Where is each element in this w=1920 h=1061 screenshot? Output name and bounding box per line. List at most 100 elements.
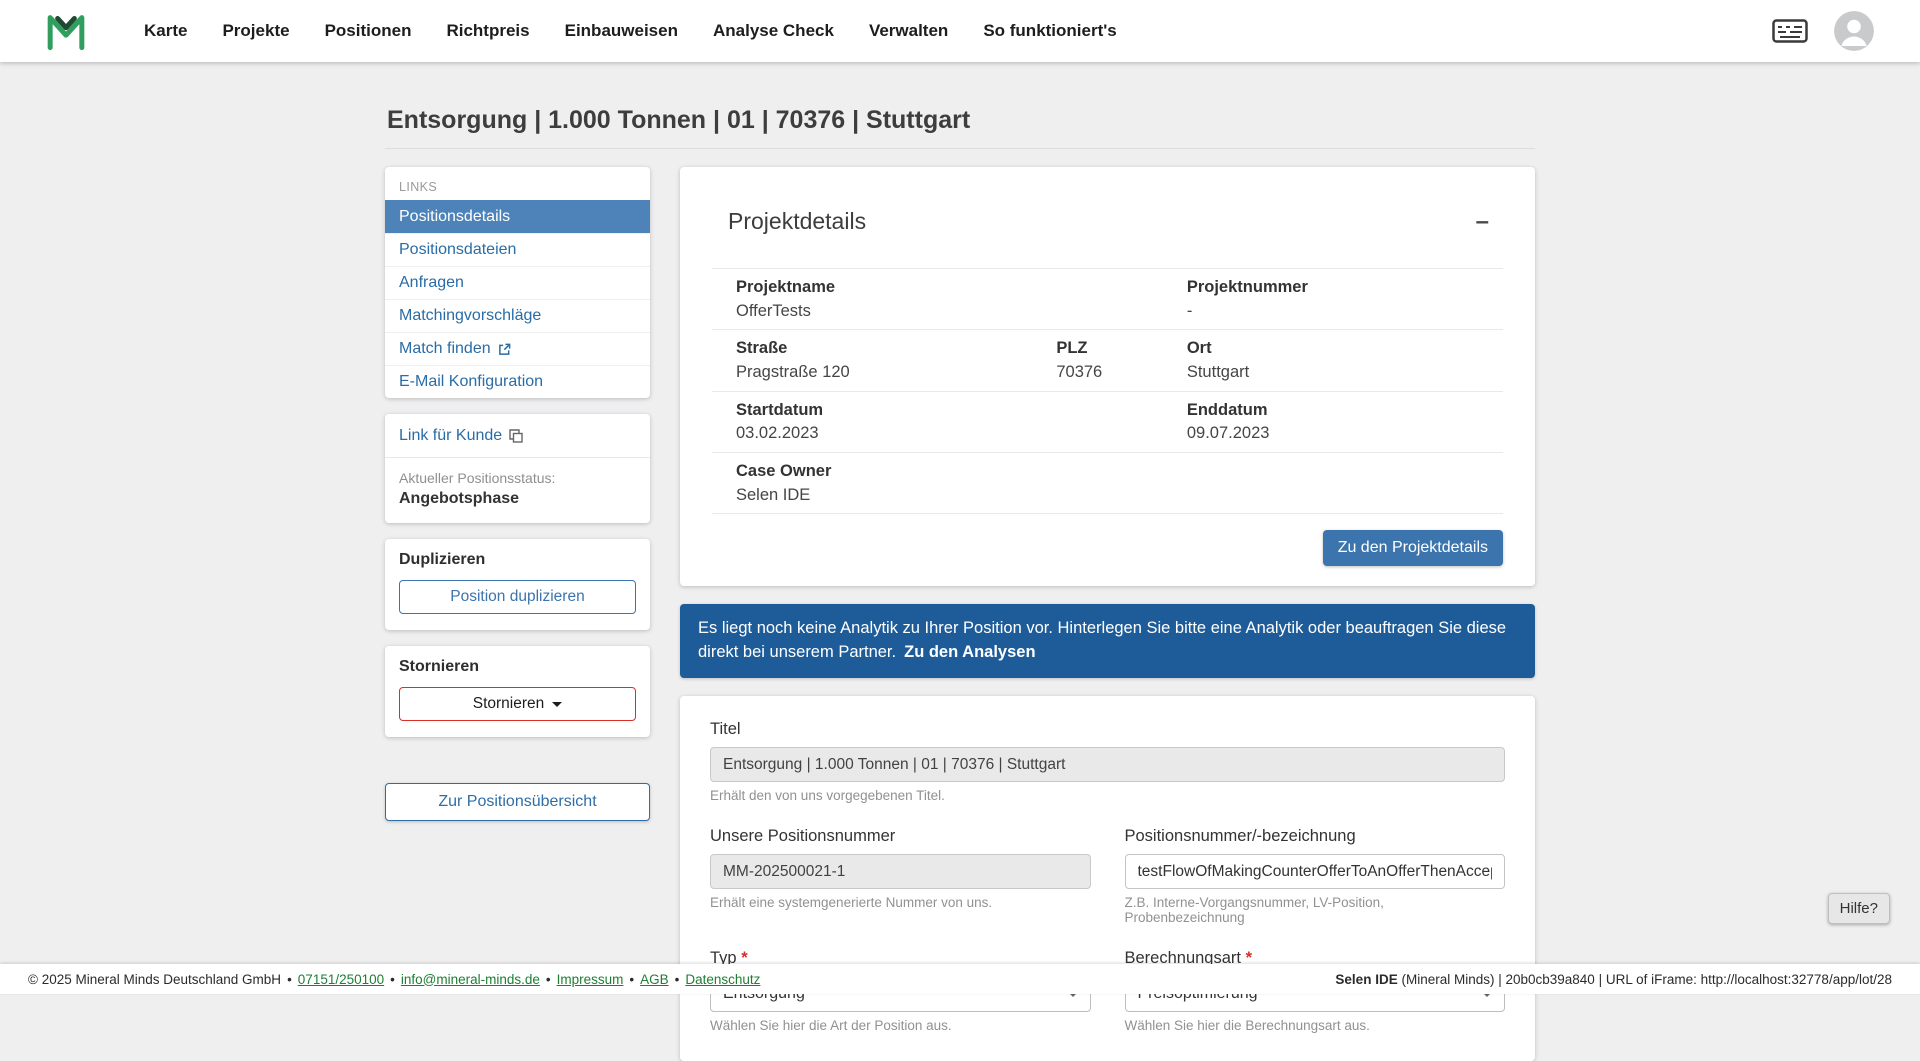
project-details-button[interactable]: Zu den Projektdetails [1323,530,1503,566]
projektname-label: Projektname [736,277,1163,298]
external-link-icon [498,343,511,356]
nav-item-richtpreis[interactable]: Richtpreis [442,15,533,47]
footer-link-datenschutz[interactable]: Datenschutz [685,972,760,987]
copyright-text: © 2025 Mineral Minds Deutschland GmbH [28,972,281,987]
case-owner-label: Case Owner [736,461,1503,482]
main-column: Projektdetails – Projektname OfferTests … [680,167,1535,1061]
project-row-owner: Case Owner Selen IDE [712,452,1503,514]
startdatum-value: 03.02.2023 [736,423,1163,444]
footer-separator: • [629,972,634,987]
sidebar-item-email-konfiguration[interactable]: E-Mail Konfiguration [385,365,650,398]
nav-item-analyse-check[interactable]: Analyse Check [709,15,838,47]
footer-user: Selen IDE [1335,972,1397,987]
footer-separator: • [546,972,551,987]
startdatum-label: Startdatum [736,400,1163,421]
duplicate-card: Duplizieren Position duplizieren [385,539,650,630]
keyboard-icon[interactable] [1772,19,1808,43]
top-navbar: Karte Projekte Positionen Richtpreis Ein… [0,0,1920,62]
nav-item-positionen[interactable]: Positionen [321,15,416,47]
sidebar-item-anfragen[interactable]: Anfragen [385,266,650,299]
analytics-alert-banner: Es liegt noch keine Analytik zu Ihrer Po… [680,604,1535,678]
strasse-label: Straße [736,338,1032,359]
plz-value: 70376 [1056,362,1163,383]
logo-icon [46,11,86,51]
footer: © 2025 Mineral Minds Deutschland GmbH • … [0,964,1920,994]
person-icon [1834,11,1874,51]
user-avatar[interactable] [1834,11,1874,51]
copy-icon [509,429,523,443]
title-divider [385,148,1535,149]
sidebar-item-label: Match finden [399,340,491,358]
projektname-value: OfferTests [736,301,1163,322]
cancel-button-label: Stornieren [473,695,545,713]
app-logo[interactable] [46,11,86,51]
bezeichnung-field: Positionsnummer/-bezeichnung Z.B. Intern… [1125,827,1506,925]
nav-item-einbauweisen[interactable]: Einbauweisen [561,15,682,47]
posnr-input [710,854,1091,889]
titel-input [710,747,1505,782]
caret-down-icon [552,702,562,707]
posnr-help: Erhält eine systemgenerierte Nummer von … [710,895,1091,910]
sidebar-item-matchingvorschlaege[interactable]: Matchingvorschläge [385,299,650,332]
projektnummer-label: Projektnummer [1187,277,1503,298]
customer-link[interactable]: Link für Kunde [399,427,523,445]
titel-label: Titel [710,720,1505,739]
help-button[interactable]: Hilfe? [1828,893,1890,924]
posnr-field: Unsere Positionsnummer Erhält eine syste… [710,827,1091,925]
sidebar: LINKS Positionsdetails Positionsdateien … [385,167,650,821]
sidebar-item-match-finden[interactable]: Match finden [385,332,650,365]
status-card: Link für Kunde Aktueller Positionsstatus… [385,414,650,523]
nav-item-verwalten[interactable]: Verwalten [865,15,952,47]
footer-separator: • [390,972,395,987]
position-status-value: Angebotsphase [399,490,636,508]
footer-session-info: Selen IDE (Mineral Minds) | 20b0cb39a840… [1335,972,1892,987]
sidebar-links-header: LINKS [385,173,650,200]
cancel-position-button[interactable]: Stornieren [399,687,636,721]
customer-link-label: Link für Kunde [399,427,502,445]
analyses-link[interactable]: Zu den Analysen [904,643,1035,661]
titel-help: Erhält den von uns vorgegebenen Titel. [710,788,1505,803]
project-row-address: Straße Pragstraße 120 PLZ 70376 Ort Stut… [712,329,1503,390]
main-nav: Karte Projekte Positionen Richtpreis Ein… [140,15,1121,47]
ort-value: Stuttgart [1187,362,1503,383]
bezeichnung-input[interactable] [1125,854,1506,889]
nav-item-karte[interactable]: Karte [140,15,191,47]
position-overview-button[interactable]: Zur Positionsübersicht [385,783,650,821]
navbar-right [1772,11,1874,51]
page-content: Entsorgung | 1.000 Tonnen | 01 | 70376 |… [385,62,1535,1061]
footer-meta: (Mineral Minds) | 20b0cb39a840 | URL of … [1398,972,1892,987]
footer-link-phone[interactable]: 07151/250100 [298,972,384,987]
berechnungsart-help: Wählen Sie hier die Berechnungsart aus. [1125,1018,1506,1033]
case-owner-value: Selen IDE [736,485,1503,506]
alert-text: Es liegt noch keine Analytik zu Ihrer Po… [698,619,1506,661]
page-title: Entsorgung | 1.000 Tonnen | 01 | 70376 |… [387,106,1535,135]
nav-item-so-funktionierts[interactable]: So funktioniert's [979,15,1120,47]
footer-link-email[interactable]: info@mineral-minds.de [401,972,540,987]
footer-link-impressum[interactable]: Impressum [557,972,624,987]
duplicate-header: Duplizieren [399,551,636,569]
ort-label: Ort [1187,338,1503,359]
duplicate-position-button[interactable]: Position duplizieren [399,580,636,614]
enddatum-label: Enddatum [1187,400,1503,421]
sidebar-item-positionsdetails[interactable]: Positionsdetails [385,200,650,233]
strasse-value: Pragstraße 120 [736,362,1032,383]
sidebar-links-card: LINKS Positionsdetails Positionsdateien … [385,167,650,398]
footer-link-agb[interactable]: AGB [640,972,669,987]
bezeichnung-help: Z.B. Interne-Vorgangsnummer, LV-Position… [1125,895,1506,925]
bezeichnung-label: Positionsnummer/-bezeichnung [1125,827,1506,846]
cancel-header: Stornieren [399,658,636,676]
position-form-card: Titel Erhält den von uns vorgegebenen Ti… [680,696,1535,1061]
status-divider [385,457,650,458]
position-status-label: Aktueller Positionsstatus: [399,470,636,486]
footer-separator: • [287,972,292,987]
footer-separator: • [675,972,680,987]
project-details-card: Projektdetails – Projektname OfferTests … [680,167,1535,586]
nav-item-projekte[interactable]: Projekte [218,15,293,47]
projektnummer-value: - [1187,301,1503,322]
collapse-button[interactable]: – [1472,210,1493,234]
enddatum-value: 09.07.2023 [1187,423,1503,444]
sidebar-item-positionsdateien[interactable]: Positionsdateien [385,233,650,266]
footer-left: © 2025 Mineral Minds Deutschland GmbH • … [28,972,760,987]
plz-label: PLZ [1056,338,1163,359]
cancel-card: Stornieren Stornieren [385,646,650,737]
